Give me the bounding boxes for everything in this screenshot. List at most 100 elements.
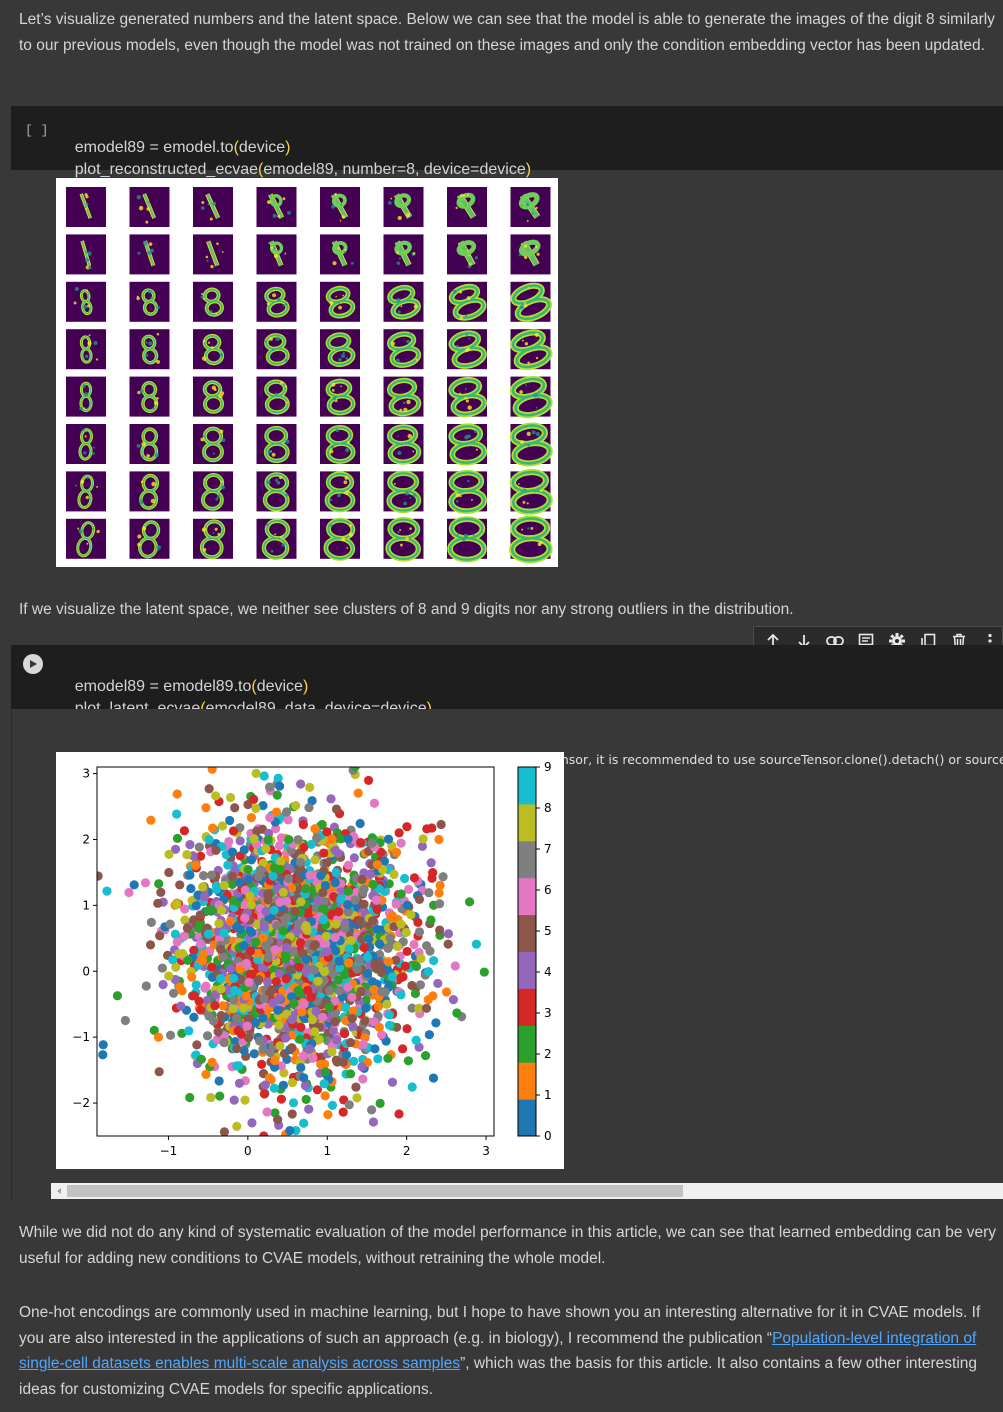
generated-digit-cell	[256, 376, 297, 417]
scatter-point	[63, 997, 72, 1006]
scatter-point	[219, 928, 229, 938]
x-tick-label: 0	[244, 1144, 252, 1158]
scatter-point	[389, 869, 399, 880]
scatter-point	[245, 891, 255, 901]
scatter-point	[177, 948, 188, 959]
scatter-point	[203, 905, 213, 916]
scatter-point	[259, 994, 269, 1004]
generated-digit-cell	[256, 329, 297, 370]
scatter-point	[305, 782, 315, 792]
scatter-point	[396, 838, 406, 848]
scatter-point	[204, 784, 214, 794]
scatter-point	[435, 899, 445, 909]
scatter-point	[371, 895, 382, 905]
scatter-point	[310, 855, 320, 865]
run-cell-button[interactable]	[23, 654, 43, 674]
scatter-point	[355, 818, 365, 829]
scatter-point	[301, 883, 311, 894]
scatter-point	[208, 823, 218, 833]
scatter-point	[177, 986, 187, 996]
generated-digit-cell	[510, 329, 553, 371]
scatter-point	[287, 1014, 297, 1025]
scatter-point	[402, 946, 412, 957]
scatter-point	[402, 1024, 412, 1034]
scatter-point	[179, 826, 189, 836]
scatter-point	[158, 752, 167, 753]
code-cell-1[interactable]: [ ] emodel89 = emodel.to(device) plot_re…	[11, 106, 1003, 178]
scatter-point	[273, 773, 283, 783]
generated-digit-cell	[66, 329, 106, 370]
generated-digit-cell	[129, 329, 170, 370]
scatter-point	[196, 939, 206, 949]
scatter-point	[259, 922, 269, 932]
scatter-point	[396, 990, 406, 1000]
intro-paragraph: Let’s visualize generated numbers and th…	[19, 7, 1003, 58]
scatter-point	[334, 956, 344, 966]
generated-digit-cell	[193, 424, 233, 464]
scatter-point	[319, 1079, 329, 1089]
generated-digit-cell	[66, 234, 106, 275]
scatter-point	[268, 871, 278, 881]
scatter-point	[172, 833, 183, 843]
generated-digit-cell	[509, 375, 553, 419]
scatter-point	[423, 994, 433, 1005]
scatter-point	[281, 974, 291, 984]
scatter-point	[243, 864, 253, 875]
scatter-point	[295, 857, 306, 867]
output-scrollbar[interactable]	[51, 1183, 1003, 1199]
scatter-point	[211, 845, 221, 856]
scatter-point	[269, 863, 279, 873]
scatter-point	[433, 978, 443, 989]
scatter-point	[214, 918, 224, 929]
scatter-point	[309, 965, 320, 975]
scatter-point	[192, 1040, 202, 1050]
scatter-point	[185, 840, 195, 850]
scatter-point	[179, 931, 189, 941]
scatter-point	[313, 895, 323, 905]
scatter-point	[394, 828, 404, 838]
scatter-point	[235, 836, 245, 846]
scatter-point	[345, 1069, 356, 1079]
conclusion-paragraph-2: One-hot encodings are commonly used in m…	[19, 1300, 1003, 1402]
x-tick-label: −1	[160, 1144, 178, 1158]
scatter-point	[375, 1098, 385, 1109]
scatter-point	[200, 983, 210, 993]
scroll-left-icon[interactable]	[54, 1186, 64, 1196]
scatter-point	[217, 905, 227, 915]
scatter-point	[356, 1137, 365, 1146]
scatter-point	[247, 1118, 257, 1128]
scatter-point	[377, 986, 387, 997]
scatter-point	[372, 905, 382, 915]
scatter-point	[349, 853, 359, 863]
generated-digit-cell	[447, 469, 487, 514]
scatter-point	[198, 882, 208, 892]
scatter-point	[357, 874, 367, 885]
scatter-point	[330, 845, 340, 856]
scatter-point	[249, 834, 259, 844]
scatter-point	[275, 1041, 285, 1051]
scrollbar-thumb[interactable]	[67, 1185, 683, 1197]
generated-digit-cell	[256, 518, 297, 560]
scatter-point	[129, 880, 139, 890]
scatter-point	[234, 877, 244, 887]
code-cell-2[interactable]: emodel89 = emodel89.to(device) plot_late…	[11, 645, 1003, 717]
scatter-point	[194, 842, 204, 852]
conclusion-paragraph-1: While we did not do any kind of systemat…	[19, 1220, 1003, 1271]
scatter-point	[229, 1095, 239, 1105]
scatter-point	[344, 1100, 354, 1110]
generated-digit-cell	[193, 281, 233, 322]
scatter-point	[182, 849, 192, 860]
scatter-point	[409, 873, 420, 883]
scatter-point	[278, 887, 288, 897]
scatter-point	[224, 836, 234, 847]
scatter-point	[156, 887, 166, 898]
scatter-point	[225, 916, 235, 926]
scatter-point	[407, 980, 417, 991]
generated-digit-cell	[256, 234, 297, 275]
scatter-point	[98, 1040, 108, 1050]
scatter-point	[352, 964, 362, 974]
scatter-point	[307, 752, 316, 755]
scatter-point	[438, 872, 448, 882]
scatter-point	[358, 1039, 369, 1049]
execution-count: [ ]	[25, 123, 49, 138]
